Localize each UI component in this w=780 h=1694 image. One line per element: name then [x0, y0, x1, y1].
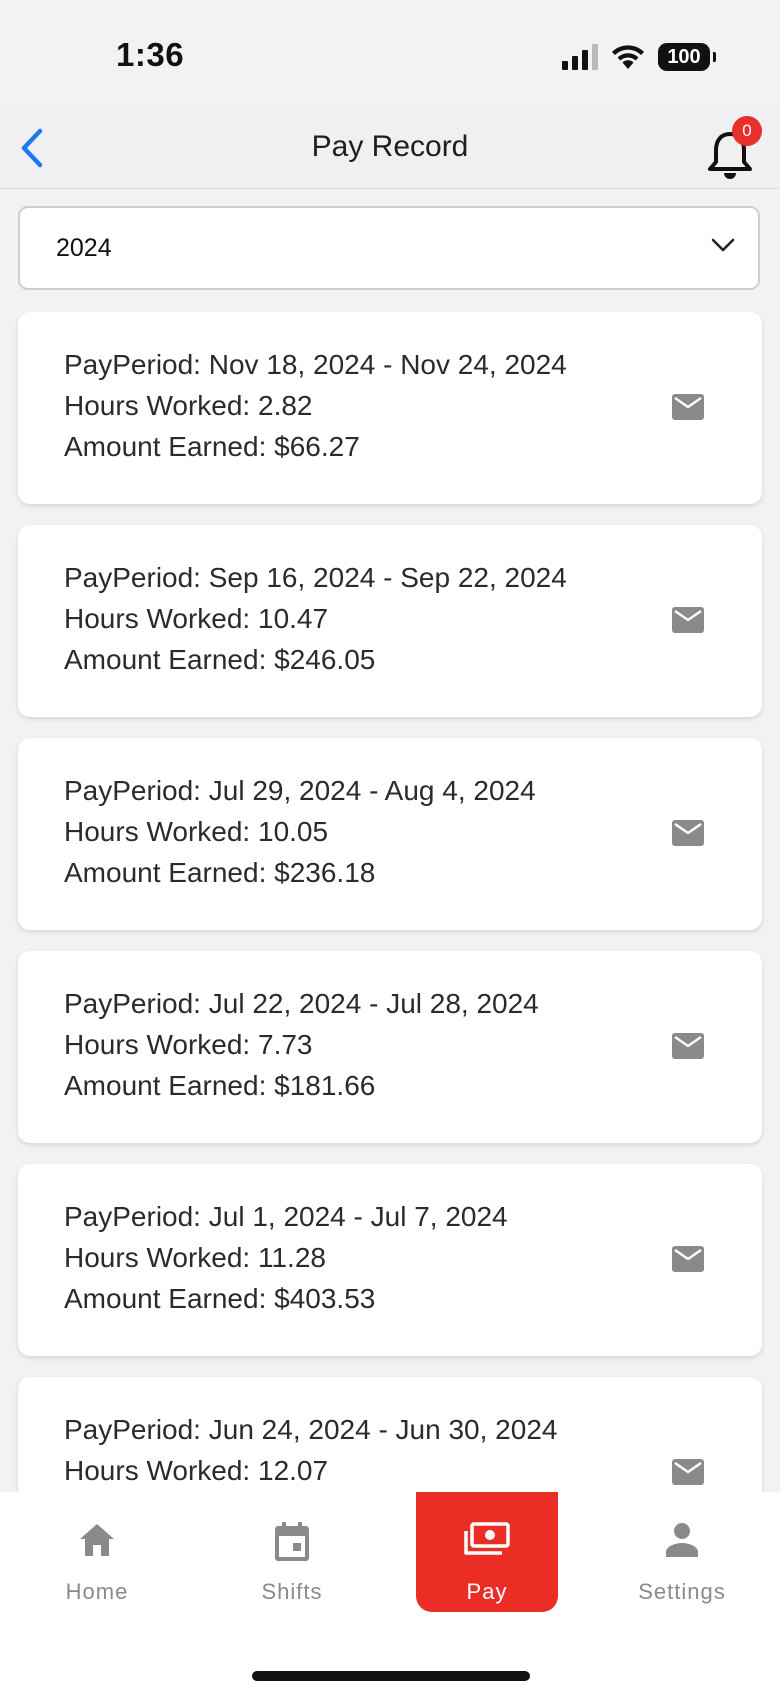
status-icons: 100	[562, 40, 716, 74]
tab-label: Settings	[638, 1579, 726, 1604]
notifications-button[interactable]: 0	[702, 116, 762, 180]
pay-record-list[interactable]: PayPeriod: Nov 18, 2024 - Nov 24, 2024 H…	[0, 312, 780, 1492]
pay-record-card[interactable]: PayPeriod: Nov 18, 2024 - Nov 24, 2024 H…	[18, 312, 762, 504]
pay-record-card[interactable]: PayPeriod: Jul 29, 2024 - Aug 4, 2024 Ho…	[18, 738, 762, 930]
hours-worked-text: Hours Worked: 10.47	[64, 603, 329, 634]
hours-worked-text: Hours Worked: 10.05	[64, 816, 329, 847]
calendar-icon	[275, 1522, 309, 1561]
pay-record-card[interactable]: PayPeriod: Jul 22, 2024 - Jul 28, 2024 H…	[18, 951, 762, 1143]
hours-worked-text: Hours Worked: 2.82	[64, 390, 313, 421]
pay-period-text: PayPeriod: Jul 22, 2024 - Jul 28, 2024	[64, 988, 539, 1019]
email-icon[interactable]	[672, 1033, 704, 1059]
amount-earned-text: Amount Earned: $66.27	[64, 431, 360, 462]
email-icon[interactable]	[672, 394, 704, 420]
year-select[interactable]: 2024	[18, 206, 760, 290]
tab-home[interactable]: Home	[26, 1492, 168, 1612]
status-bar: 1:36 100	[0, 0, 780, 110]
email-icon[interactable]	[672, 1246, 704, 1272]
tab-settings[interactable]: Settings	[611, 1492, 753, 1612]
money-icon	[464, 1522, 510, 1555]
hours-worked-text: Hours Worked: 11.28	[64, 1242, 326, 1273]
pay-period-text: PayPeriod: Jul 1, 2024 - Jul 7, 2024	[64, 1201, 508, 1232]
pay-record-card[interactable]: PayPeriod: Jul 1, 2024 - Jul 7, 2024 Hou…	[18, 1164, 762, 1356]
bottom-tab-bar: Home Shifts Pay Settings	[0, 1492, 780, 1694]
amount-earned-text: Amount Earned: $246.05	[64, 644, 376, 675]
hours-worked-text: Hours Worked: 7.73	[64, 1029, 313, 1060]
pay-period-text: PayPeriod: Jun 24, 2024 - Jun 30, 2024	[64, 1414, 558, 1445]
amount-earned-text: Amount Earned: $236.18	[64, 857, 376, 888]
pay-record-card[interactable]: PayPeriod: Sep 16, 2024 - Sep 22, 2024 H…	[18, 525, 762, 717]
tab-label: Pay	[466, 1579, 508, 1604]
home-icon	[80, 1524, 114, 1556]
pay-record-card[interactable]: PayPeriod: Jun 24, 2024 - Jun 30, 2024 H…	[18, 1377, 762, 1492]
tab-label: Home	[65, 1579, 129, 1604]
notification-badge: 0	[732, 116, 762, 146]
amount-earned-text: Amount Earned: $181.66	[64, 1070, 376, 1101]
wifi-icon	[612, 45, 644, 69]
tab-label: Shifts	[261, 1579, 323, 1604]
chevron-down-icon	[711, 238, 735, 252]
home-indicator	[252, 1671, 530, 1681]
status-time: 1:36	[116, 36, 185, 73]
email-icon[interactable]	[672, 607, 704, 633]
pay-period-text: PayPeriod: Nov 18, 2024 - Nov 24, 2024	[64, 349, 567, 380]
amount-earned-text: Amount Earned: $403.53	[64, 1283, 376, 1314]
email-icon[interactable]	[672, 820, 704, 846]
cellular-signal-icon	[562, 44, 598, 70]
page-title: Pay Record	[311, 130, 469, 163]
pay-period-text: PayPeriod: Jul 29, 2024 - Aug 4, 2024	[64, 775, 536, 806]
battery-icon: 100	[658, 43, 716, 71]
header: Pay Record 0	[0, 110, 780, 189]
hours-worked-text: Hours Worked: 12.07	[64, 1455, 329, 1486]
person-icon	[666, 1523, 698, 1557]
tab-shifts[interactable]: Shifts	[221, 1492, 363, 1612]
pay-period-text: PayPeriod: Sep 16, 2024 - Sep 22, 2024	[64, 562, 567, 593]
tab-pay[interactable]: Pay	[416, 1492, 558, 1612]
email-icon[interactable]	[672, 1459, 704, 1485]
year-select-value: 2024	[56, 234, 112, 262]
